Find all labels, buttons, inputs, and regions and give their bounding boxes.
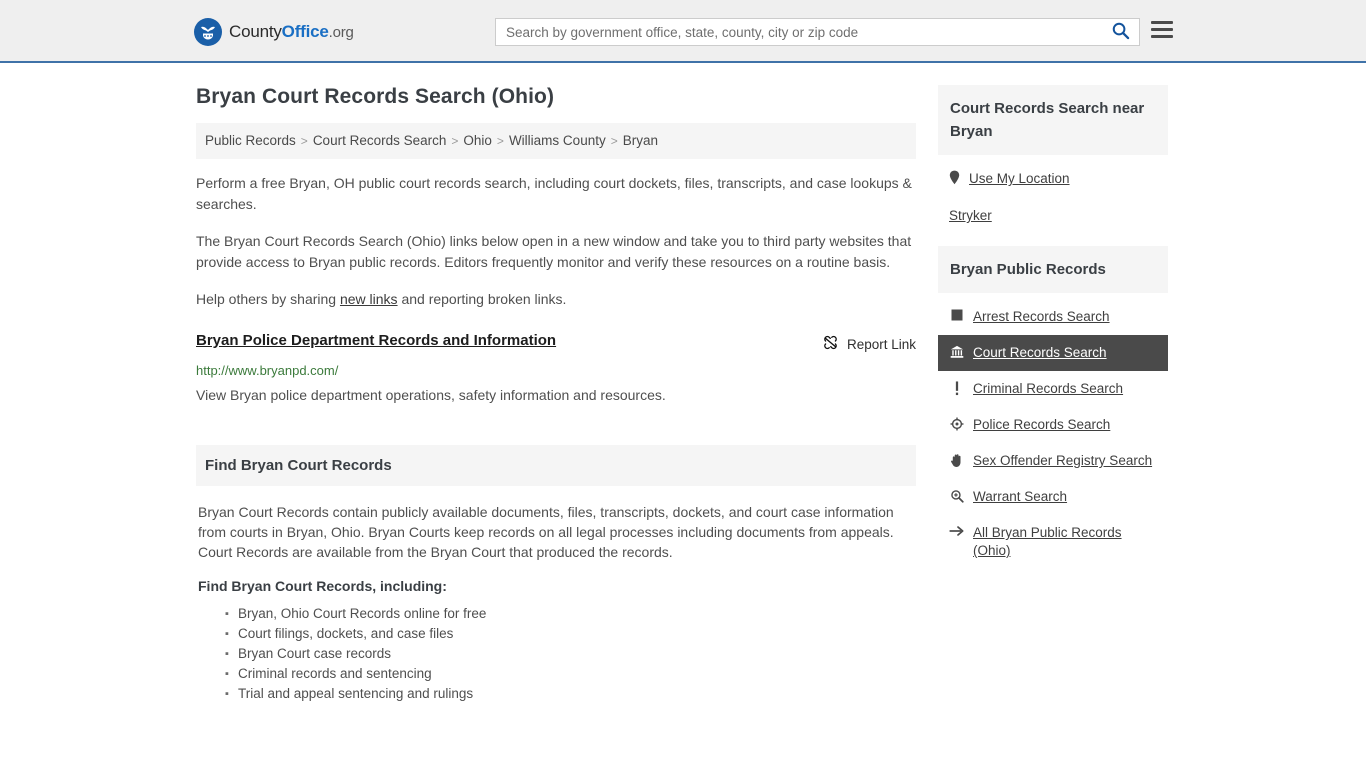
nearby-city-link-stryker[interactable]: Stryker [949, 208, 992, 223]
find-records-heading: Find Bryan Court Records [196, 445, 916, 486]
list-item: Criminal records and sentencing [225, 664, 914, 684]
logo-office: Office [281, 22, 329, 41]
hamburger-menu-icon[interactable] [1151, 21, 1173, 38]
sidebar-item-label: Criminal Records Search [973, 381, 1124, 396]
find-records-subheading: Find Bryan Court Records, including: [198, 578, 447, 594]
result-header-row: Bryan Police Department Records and Info… [196, 332, 916, 354]
breadcrumb: Public Records > Court Records Search > Ohio… [196, 123, 916, 159]
sidebar-item-criminal-records-search[interactable]: Criminal Records Search [938, 371, 1168, 407]
hamburger-bar-3 [1151, 35, 1173, 38]
main-column: Bryan Court Records Search (Ohio) Public… [196, 85, 916, 704]
list-item: Bryan Court case records [225, 644, 914, 664]
content-container: Bryan Court Records Search (Ohio) Public… [188, 63, 1178, 704]
sidebar-item-sex-offender-registry-search[interactable]: Sex Offender Registry Search [938, 443, 1168, 479]
site-logo[interactable]: CountyOffice.org [194, 18, 354, 46]
new-links-link[interactable]: new links [340, 291, 398, 307]
breadcrumb-item-public-records[interactable]: Public Records [205, 133, 296, 148]
eagle-shield-icon [194, 18, 222, 46]
result-item: Bryan Police Department Records and Info… [196, 332, 916, 405]
result-url: http://www.bryanpd.com/ [196, 363, 339, 378]
sidebar-near-heading: Court Records Search near Bryan [938, 85, 1168, 155]
search-button[interactable] [1101, 19, 1139, 45]
sidebar-public-records-group: Bryan Public Records Arrest Records Sear… [938, 246, 1168, 569]
sidebar-public-records-list: Arrest Records Search Court Records Sear… [938, 293, 1168, 569]
logo-text: CountyOffice.org [229, 22, 354, 42]
sidebar-item-label: All Bryan Public Records (Ohio) [973, 525, 1122, 558]
use-my-location-label: Use My Location [969, 171, 1070, 186]
sidebar-item-police-records-search[interactable]: Police Records Search [938, 407, 1168, 443]
find-records-body: Bryan Court Records contain publicly ava… [196, 486, 916, 704]
badge-target-icon [949, 416, 964, 431]
sidebar-item-label: Police Records Search [973, 417, 1111, 432]
sidebar-near-group: Court Records Search near Bryan Use My L… [938, 85, 1168, 232]
sidebar-item-label: Court Records Search [973, 345, 1107, 360]
sidebar-item-label: Warrant Search [973, 489, 1068, 504]
result-description: View Bryan police department operations,… [196, 387, 666, 403]
intro-paragraph-2: The Bryan Court Records Search (Ohio) li… [196, 233, 912, 270]
breadcrumb-item-ohio[interactable]: Ohio [463, 133, 492, 148]
breadcrumb-separator: > [300, 134, 308, 148]
site-header: CountyOffice.org [0, 0, 1366, 63]
list-item: Trial and appeal sentencing and rulings [225, 684, 914, 704]
sidebar-item-warrant-search[interactable]: Warrant Search [938, 479, 1168, 515]
hamburger-bar-1 [1151, 21, 1173, 24]
sidebar-public-records-heading: Bryan Public Records [938, 246, 1168, 293]
sidebar-item-arrest-records-search[interactable]: Arrest Records Search [938, 299, 1168, 335]
intro-paragraph-1: Perform a free Bryan, OH public court re… [196, 175, 912, 212]
hand-icon [949, 452, 964, 468]
result-title-link[interactable]: Bryan Police Department Records and Info… [196, 332, 556, 349]
logo-county: County [229, 22, 282, 41]
exclamation-icon [949, 380, 964, 396]
breadcrumb-separator: > [451, 134, 459, 148]
breadcrumb-separator: > [496, 134, 504, 148]
sidebar-item-label: Sex Offender Registry Search [973, 453, 1153, 468]
help-prefix: Help others by sharing [196, 291, 340, 307]
sidebar-item-all-public-records[interactable]: All Bryan Public Records (Ohio) [938, 515, 1168, 569]
map-pin-icon [949, 170, 960, 190]
use-my-location-button[interactable]: Use My Location [938, 161, 1168, 199]
help-paragraph: Help others by sharing new links and rep… [196, 289, 916, 310]
report-link-label: Report Link [846, 336, 916, 352]
breadcrumb-item-williams-county[interactable]: Williams County [509, 133, 606, 148]
broken-link-icon [822, 334, 839, 354]
breadcrumb-item-bryan[interactable]: Bryan [623, 133, 658, 148]
arrow-right-icon [949, 524, 964, 537]
list-item: Court filings, dockets, and case files [225, 624, 914, 644]
search-bar[interactable] [495, 18, 1140, 46]
list-item: Bryan, Ohio Court Records online for fre… [225, 604, 914, 624]
sidebar-nearby-city[interactable]: Stryker [938, 199, 1168, 232]
breadcrumb-item-court-records-search[interactable]: Court Records Search [313, 133, 447, 148]
sidebar-near-list: Use My Location Stryker [938, 155, 1168, 232]
help-suffix: and reporting broken links. [397, 291, 567, 307]
page-body: Bryan Court Records Search (Ohio) Public… [0, 63, 1366, 704]
courthouse-icon [949, 344, 964, 359]
page-title: Bryan Court Records Search (Ohio) [196, 85, 555, 108]
logo-tld: .org [328, 24, 354, 41]
find-records-list: Bryan, Ohio Court Records online for fre… [198, 604, 914, 704]
magnifier-plus-icon [949, 488, 964, 503]
breadcrumb-separator: > [610, 134, 618, 148]
search-icon [1111, 21, 1130, 43]
square-icon [949, 308, 964, 321]
sidebar-item-court-records-search[interactable]: Court Records Search [938, 335, 1168, 371]
sidebar: Court Records Search near Bryan Use My L… [938, 85, 1168, 704]
sidebar-item-label: Arrest Records Search [973, 309, 1110, 324]
search-input[interactable] [496, 19, 1101, 45]
report-link-button[interactable]: Report Link [822, 332, 916, 354]
find-records-paragraph: Bryan Court Records contain publicly ava… [198, 504, 894, 560]
hamburger-bar-2 [1151, 28, 1173, 31]
